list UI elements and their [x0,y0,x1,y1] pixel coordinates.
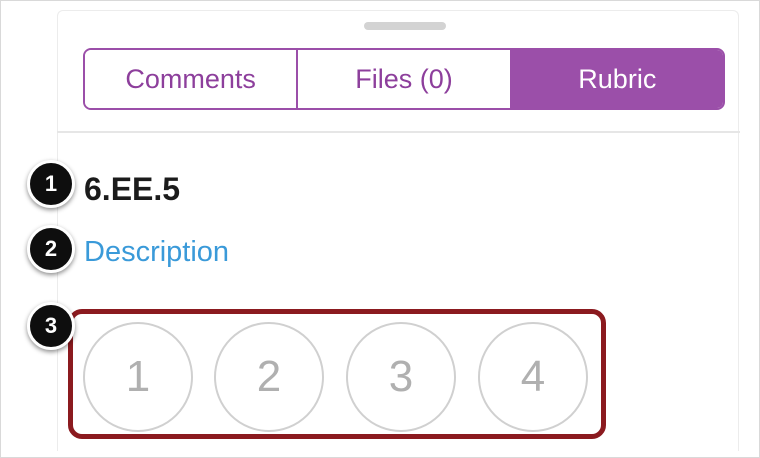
callout-badge-1: 1 [27,160,75,208]
drawer-grab-handle[interactable] [364,22,446,30]
header-divider [57,131,740,133]
tab-segmented-control: Comments Files (0) Rubric [83,48,725,110]
callout-badge-2: 2 [27,225,75,273]
tab-rubric[interactable]: Rubric [509,50,723,108]
rating-button-4[interactable]: 4 [478,322,588,432]
callout-badge-3: 3 [27,302,75,350]
tab-comments[interactable]: Comments [85,50,297,108]
rating-button-3[interactable]: 3 [346,322,456,432]
rating-button-1[interactable]: 1 [83,322,193,432]
criterion-title: 6.EE.5 [84,171,181,207]
rating-button-2[interactable]: 2 [214,322,324,432]
tab-files[interactable]: Files (0) [296,50,510,108]
description-link[interactable]: Description [84,234,229,270]
